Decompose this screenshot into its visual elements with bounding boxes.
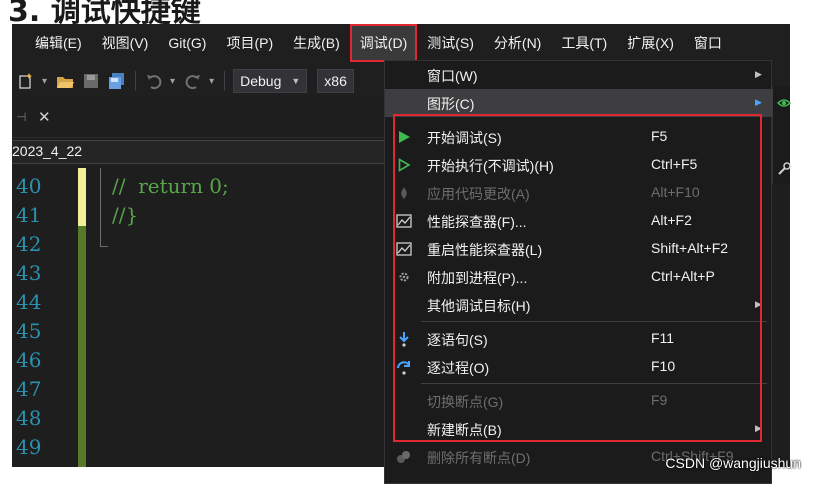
menu-edit[interactable]: 编辑(E) [25,24,92,62]
line-number-gutter: 40 41 42 43 44 45 46 47 48 49 [12,168,76,467]
graphics-submenu-edge [772,86,791,184]
close-icon[interactable]: ✕ [38,108,51,126]
code-editor[interactable]: 40 41 42 43 44 45 46 47 48 49 // return … [12,168,384,467]
code-line: // return 0; [112,174,229,198]
line-number: 47 [16,377,42,401]
redo-icon[interactable] [183,71,203,91]
pin-icon[interactable]: ⊣ [16,110,26,124]
line-number: 48 [16,406,42,430]
indent-guide [100,246,108,247]
chevron-down-icon[interactable]: ▾ [42,76,47,87]
line-number: 40 [16,174,42,198]
document-tab-strip: ⊣ ✕ [12,100,384,138]
menu-debug[interactable]: 调试(D) [349,24,418,62]
chevron-down-icon[interactable]: ▾ [170,76,175,87]
undo-icon[interactable] [144,71,164,91]
breakpoints-icon [395,448,413,466]
menu-test[interactable]: 测试(S) [417,24,484,62]
platform-value: x86 [324,73,347,89]
menu-tools[interactable]: 工具(T) [551,24,617,62]
eye-icon [777,99,791,107]
project-name: 2023_4_22 [12,143,83,159]
line-number: 44 [16,290,42,314]
menu-project[interactable]: 项目(P) [216,24,283,62]
chevron-right-icon: ▶ [755,97,762,107]
menu-analyze[interactable]: 分析(N) [484,24,551,62]
indent-guide [100,168,101,246]
menu-item-windows[interactable]: 窗口(W) ▶ [385,61,773,89]
menu-item-graphics[interactable]: 图形(C) ▶ [385,89,773,117]
save-all-icon[interactable] [107,71,127,91]
line-number: 42 [16,232,42,256]
solution-config-select[interactable]: Debug ▼ [233,69,308,93]
new-project-icon[interactable] [16,71,36,91]
chevron-right-icon: ▶ [755,69,762,79]
menu-view[interactable]: 视图(V) [92,24,159,62]
line-number: 41 [16,203,42,227]
toolbar-divider [224,71,226,91]
save-icon[interactable] [81,71,101,91]
chevron-down-icon: ▼ [291,76,301,86]
open-folder-icon[interactable] [55,71,75,91]
menu-window[interactable]: 窗口 [684,24,732,62]
code-line: //} [112,203,139,227]
wrench-icon [778,162,791,175]
article-heading: 3. 调试快捷键 [0,0,815,24]
toolbar-divider [135,71,137,91]
line-number: 45 [16,319,42,343]
menubar: 编辑(E) 视图(V) Git(G) 项目(P) 生成(B) 调试(D) 测试(… [12,24,790,62]
line-number: 49 [16,435,42,459]
unsaved-change-marker [78,168,86,226]
platform-select[interactable]: x86 [317,69,354,93]
watermark: CSDN @wangjiushun [665,455,801,471]
menu-extensions[interactable]: 扩展(X) [617,24,684,62]
menu-build[interactable]: 生成(B) [283,24,350,62]
menu-git[interactable]: Git(G) [158,24,216,62]
config-value: Debug [240,73,282,89]
line-number: 46 [16,348,42,372]
saved-change-marker [78,226,86,467]
project-dropdown[interactable]: 2023_4_22 [12,140,384,164]
chevron-down-icon[interactable]: ▾ [209,76,214,87]
heading-text: 3. 调试快捷键 [8,0,201,24]
line-number: 43 [16,261,42,285]
annotation-highlight-box [393,114,762,442]
